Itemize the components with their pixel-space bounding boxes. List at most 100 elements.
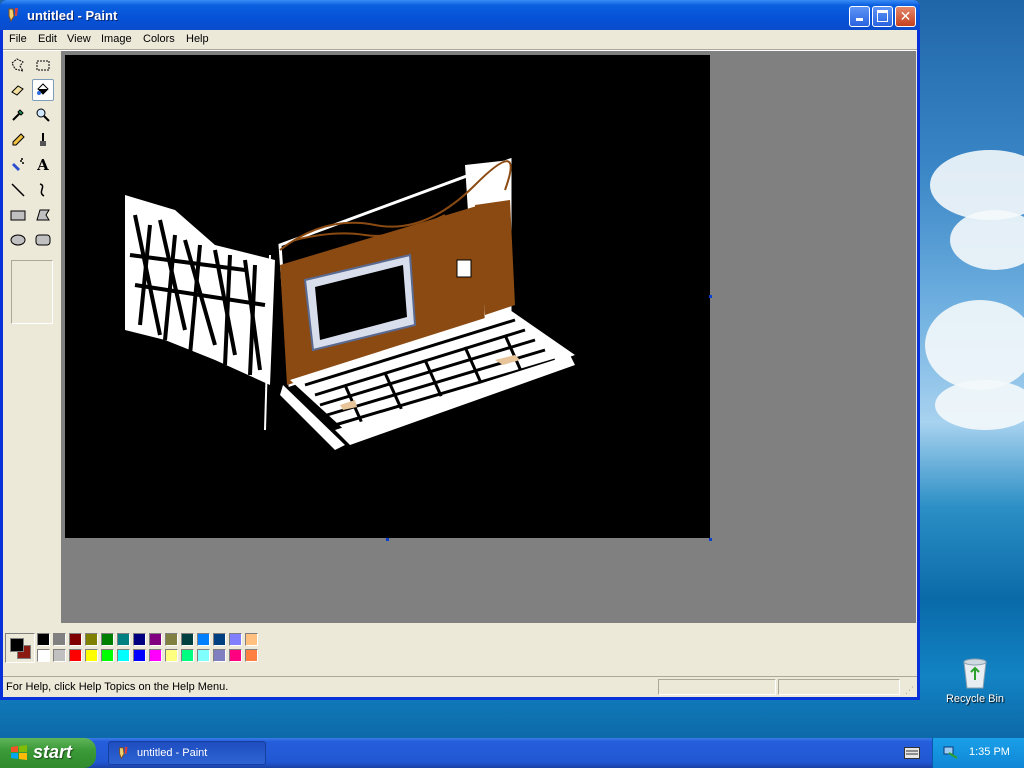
eyedropper-icon xyxy=(12,109,24,121)
color-box xyxy=(3,630,917,672)
paint-app-icon xyxy=(119,746,128,760)
pick-color-tool[interactable] xyxy=(7,104,29,126)
color-swatch[interactable] xyxy=(53,633,66,646)
color-swatch[interactable] xyxy=(37,649,50,662)
brush-tool[interactable] xyxy=(32,129,54,151)
color-swatch[interactable] xyxy=(117,649,130,662)
select-tool[interactable] xyxy=(32,54,54,76)
text-tool[interactable]: A xyxy=(32,154,54,176)
cloud xyxy=(925,300,1024,390)
color-swatch[interactable] xyxy=(133,633,146,646)
polygon-tool[interactable] xyxy=(32,204,54,226)
eraser-icon xyxy=(11,85,24,96)
color-swatch[interactable] xyxy=(213,633,226,646)
airbrush-icon xyxy=(12,158,24,171)
status-panel-size xyxy=(778,679,900,695)
clock[interactable]: 1:35 PM xyxy=(969,746,1010,758)
color-swatch[interactable] xyxy=(101,633,114,646)
maximize-button[interactable] xyxy=(872,6,893,27)
airbrush-tool[interactable] xyxy=(7,154,29,176)
color-swatch[interactable] xyxy=(37,633,50,646)
color-swatch[interactable] xyxy=(213,649,226,662)
resize-grip-icon[interactable]: ⋰ xyxy=(905,685,914,696)
canvas-resize-handle[interactable] xyxy=(386,538,389,541)
window-title: untitled - Paint xyxy=(27,8,118,23)
title-bar[interactable]: untitled - Paint ✕ xyxy=(0,0,920,30)
color-swatch[interactable] xyxy=(149,633,162,646)
fill-tool[interactable] xyxy=(32,79,54,101)
start-label: start xyxy=(33,742,73,762)
start-button[interactable]: start xyxy=(0,738,96,768)
recycle-bin[interactable]: Recycle Bin xyxy=(945,656,1005,705)
color-swatch[interactable] xyxy=(165,633,178,646)
taskbar-item-paint[interactable]: untitled - Paint xyxy=(108,741,266,765)
free-select-icon xyxy=(11,58,25,72)
color-swatch[interactable] xyxy=(117,633,130,646)
paint-bucket-icon xyxy=(37,83,49,95)
minimize-icon xyxy=(856,18,863,21)
eraser-tool[interactable] xyxy=(7,79,29,101)
color-swatch[interactable] xyxy=(181,633,194,646)
color-swatch[interactable] xyxy=(133,649,146,662)
text-a-icon: A xyxy=(37,156,49,174)
color-swatch[interactable] xyxy=(197,649,210,662)
system-tray: 1:35 PM xyxy=(932,738,1024,768)
recycle-bin-label: Recycle Bin xyxy=(945,693,1005,705)
current-colors-indicator[interactable] xyxy=(5,633,35,663)
status-panel-coords xyxy=(658,679,776,695)
paint-window: untitled - Paint ✕ File Edit View Image … xyxy=(0,0,920,700)
color-swatch[interactable] xyxy=(69,633,82,646)
polygon-icon xyxy=(36,209,50,221)
menu-image[interactable]: Image xyxy=(101,33,132,45)
color-swatch[interactable] xyxy=(181,649,194,662)
foreground-color-swatch xyxy=(10,638,24,652)
ellipse-tool[interactable] xyxy=(7,229,29,251)
minimize-button[interactable] xyxy=(849,6,870,27)
magnifier-tool[interactable] xyxy=(32,104,54,126)
line-tool[interactable] xyxy=(7,179,29,201)
drawing-canvas[interactable] xyxy=(65,55,710,538)
color-swatch[interactable] xyxy=(53,649,66,662)
status-help-text: For Help, click Help Topics on the Help … xyxy=(6,681,229,693)
status-bar: For Help, click Help Topics on the Help … xyxy=(3,676,917,698)
ellipse-icon xyxy=(10,234,26,246)
network-icon[interactable] xyxy=(943,746,959,760)
color-swatch[interactable] xyxy=(245,633,258,646)
windows-logo-icon xyxy=(11,745,27,760)
rounded-rectangle-tool[interactable] xyxy=(32,229,54,251)
menu-file[interactable]: File xyxy=(9,33,27,45)
keyboard-icon[interactable] xyxy=(904,747,920,759)
color-swatch[interactable] xyxy=(85,649,98,662)
color-swatch[interactable] xyxy=(197,633,210,646)
free-form-select-tool[interactable] xyxy=(7,54,29,76)
color-swatch[interactable] xyxy=(101,649,114,662)
menu-colors[interactable]: Colors xyxy=(143,33,175,45)
magnifier-icon xyxy=(36,108,50,122)
canvas-drawing xyxy=(125,157,575,450)
menu-edit[interactable]: Edit xyxy=(38,33,57,45)
color-swatch[interactable] xyxy=(229,649,242,662)
close-icon: ✕ xyxy=(899,8,912,24)
curve-tool[interactable] xyxy=(32,179,54,201)
color-swatch[interactable] xyxy=(229,633,242,646)
menu-help[interactable]: Help xyxy=(186,33,209,45)
tool-options-box[interactable] xyxy=(11,260,53,324)
color-swatch[interactable] xyxy=(69,649,82,662)
taskbar-item-label: untitled - Paint xyxy=(137,747,208,759)
cloud xyxy=(935,380,1024,430)
color-swatch[interactable] xyxy=(149,649,162,662)
brush-icon xyxy=(40,133,46,146)
toolbox: A xyxy=(3,52,61,650)
canvas-resize-handle[interactable] xyxy=(709,295,712,298)
rectangle-tool[interactable] xyxy=(7,204,29,226)
color-swatch[interactable] xyxy=(85,633,98,646)
close-button[interactable]: ✕ xyxy=(895,6,916,27)
pencil-tool[interactable] xyxy=(7,129,29,151)
canvas-resize-handle[interactable] xyxy=(709,538,712,541)
maximize-icon xyxy=(877,10,888,22)
menu-view[interactable]: View xyxy=(67,33,91,45)
line-icon xyxy=(11,183,25,197)
color-swatch[interactable] xyxy=(245,649,258,662)
menu-bar: File Edit View Image Colors Help xyxy=(3,30,917,49)
color-swatch[interactable] xyxy=(165,649,178,662)
